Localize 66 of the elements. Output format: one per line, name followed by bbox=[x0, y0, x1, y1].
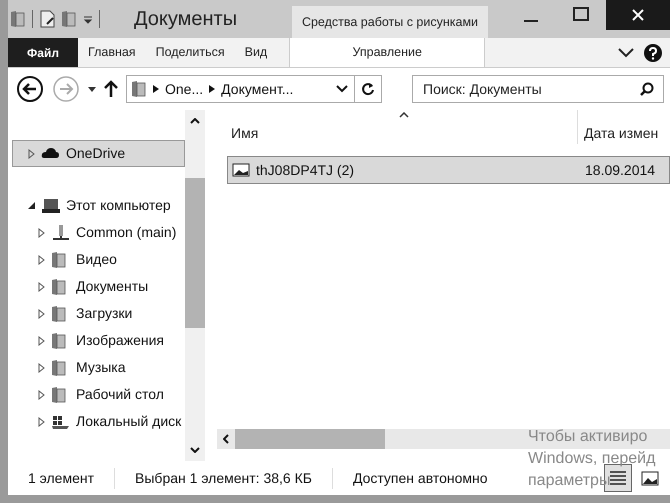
caret-icon[interactable] bbox=[88, 86, 96, 92]
refresh-icon[interactable] bbox=[361, 82, 375, 96]
chevron-down-icon[interactable] bbox=[618, 48, 634, 58]
nav-item[interactable]: Рабочий стол bbox=[12, 381, 185, 408]
scroll-down-icon[interactable] bbox=[190, 447, 200, 453]
breadcrumb[interactable]: Документ... bbox=[221, 78, 294, 100]
nav-item[interactable]: OneDrive bbox=[12, 140, 185, 167]
status-text: 1 элемент bbox=[27, 468, 96, 488]
close-icon bbox=[631, 8, 645, 22]
folder-icon[interactable] bbox=[10, 10, 26, 28]
help-icon[interactable] bbox=[644, 44, 662, 62]
ribbon-tab[interactable]: Управление bbox=[289, 38, 486, 67]
image-file-icon bbox=[232, 163, 250, 177]
nav-item[interactable]: Загрузки bbox=[12, 300, 185, 327]
nav-item[interactable]: Музыка bbox=[12, 354, 185, 381]
nav-item[interactable]: Видео bbox=[12, 246, 185, 273]
arrow-right-icon bbox=[209, 85, 216, 93]
arrow-right-icon bbox=[153, 85, 159, 93]
status-text: Выбран 1 элемент: 38,6 КБ bbox=[114, 468, 332, 488]
up-arrow-icon[interactable] bbox=[104, 80, 118, 98]
ribbon-tab[interactable]: Главная bbox=[78, 38, 146, 67]
document-icon[interactable] bbox=[39, 10, 55, 28]
nav-item[interactable]: Изображения bbox=[12, 327, 185, 354]
search-icon[interactable] bbox=[640, 82, 654, 96]
ribbon-tab[interactable]: Вид bbox=[234, 38, 278, 67]
expand-icon[interactable] bbox=[37, 282, 46, 292]
status-text: Доступен автономно bbox=[332, 468, 508, 488]
nav-item[interactable]: Common (main) bbox=[12, 219, 185, 246]
caret-icon[interactable] bbox=[83, 14, 93, 24]
network-folder-icon bbox=[51, 224, 71, 242]
file-row[interactable]: thJ08DP4TJ (2) 18.09.2014 bbox=[227, 156, 670, 184]
scroll-up-icon[interactable] bbox=[190, 118, 200, 124]
scrollbar[interactable] bbox=[217, 429, 670, 449]
expand-icon[interactable] bbox=[37, 308, 46, 318]
close-button[interactable] bbox=[606, 0, 670, 30]
expand-icon[interactable] bbox=[27, 148, 36, 158]
back-icon[interactable] bbox=[16, 75, 44, 103]
computer-icon bbox=[41, 196, 61, 214]
expand-icon[interactable] bbox=[37, 390, 46, 400]
expanded-icon[interactable] bbox=[27, 200, 36, 210]
expand-icon[interactable] bbox=[37, 416, 46, 426]
activation-notice: Windows, перейд bbox=[528, 449, 656, 469]
folder-icon[interactable] bbox=[61, 10, 77, 28]
search-field[interactable]: Поиск: Документы bbox=[412, 75, 664, 103]
chevron-down-icon[interactable] bbox=[336, 85, 348, 93]
scrollbar[interactable] bbox=[185, 110, 205, 461]
file-name: thJ08DP4TJ (2) bbox=[256, 160, 354, 180]
activation-notice: Чтобы активиро bbox=[528, 427, 648, 447]
expand-icon[interactable] bbox=[37, 336, 46, 346]
ribbon-tab[interactable]: Файл bbox=[8, 38, 78, 67]
nav-item[interactable]: Этот компьютер bbox=[12, 192, 185, 219]
scroll-left-icon[interactable] bbox=[223, 434, 229, 444]
column-header[interactable]: Дата измен bbox=[577, 110, 658, 144]
context-tab-group: Средства работы с рисунками bbox=[292, 6, 488, 38]
expand-icon[interactable] bbox=[37, 362, 46, 372]
ribbon-tab[interactable]: Поделиться bbox=[146, 38, 235, 67]
window-title: Документы bbox=[134, 7, 238, 32]
address-field[interactable]: One... Документ... bbox=[126, 75, 382, 103]
nav-item[interactable]: Документы bbox=[12, 273, 185, 300]
breadcrumb[interactable]: One... bbox=[165, 78, 204, 100]
expand-icon[interactable] bbox=[37, 228, 46, 238]
column-header[interactable]: Имя bbox=[227, 123, 577, 144]
file-date: 18.09.2014 bbox=[584, 160, 656, 180]
nav-item[interactable]: Локальный диск bbox=[12, 408, 185, 435]
folder-icon bbox=[131, 80, 147, 98]
expand-icon[interactable] bbox=[37, 254, 46, 264]
